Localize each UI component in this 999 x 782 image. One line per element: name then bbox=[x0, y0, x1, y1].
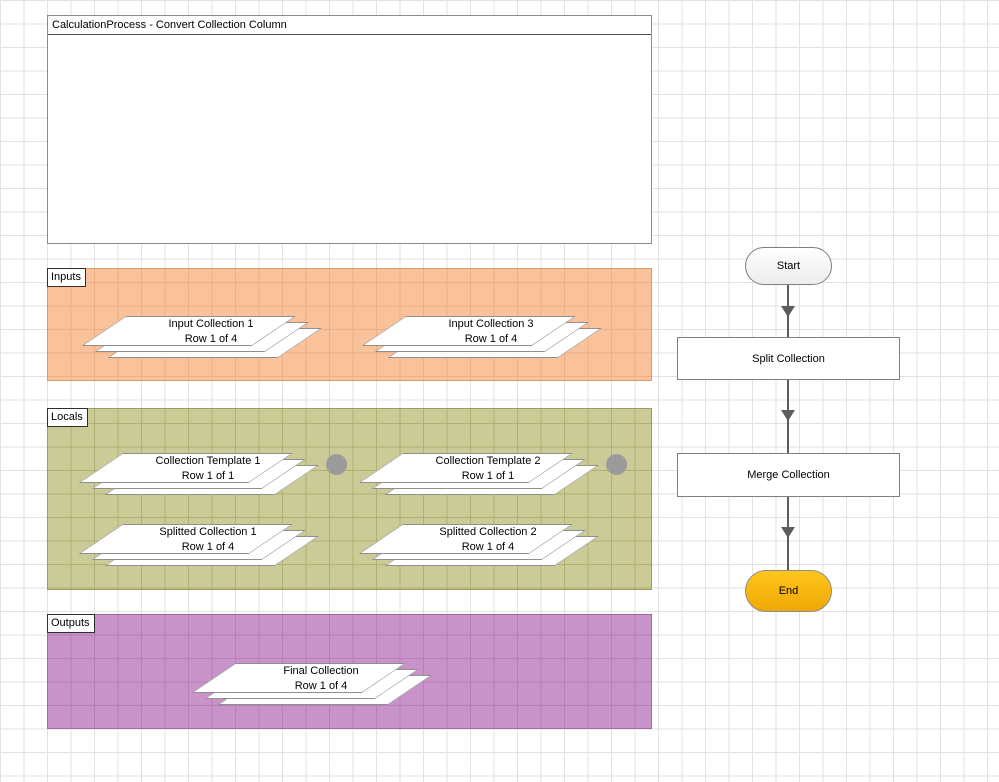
stage-title: Collection Template 2 bbox=[435, 455, 541, 467]
collection-stage-text: Input Collection 1 Row 1 of 4 bbox=[126, 315, 296, 349]
start-stage[interactable]: Start bbox=[745, 247, 832, 285]
arrowhead-down-icon bbox=[781, 410, 795, 421]
section-inputs-label: Inputs bbox=[47, 268, 86, 287]
stage-title: Input Collection 3 bbox=[448, 318, 534, 330]
section-outputs[interactable]: Outputs Final Collection Row 1 of 4 bbox=[47, 614, 652, 729]
section-outputs-label: Outputs bbox=[47, 614, 95, 633]
stage-row-counter: Row 1 of 4 bbox=[294, 680, 348, 692]
collection-stage-text: Splitted Collection 2 Row 1 of 4 bbox=[403, 523, 573, 557]
arrowhead-down-icon bbox=[781, 527, 795, 538]
stage-title: Collection Template 1 bbox=[155, 455, 261, 467]
process-stage-label: Merge Collection bbox=[747, 469, 830, 481]
collection-stage-collection-template-1[interactable]: Collection Template 1 Row 1 of 1 bbox=[78, 452, 333, 499]
stage-title: Input Collection 1 bbox=[168, 318, 254, 330]
stage-title: Final Collection bbox=[283, 665, 359, 677]
stage-row-counter: Row 1 of 1 bbox=[181, 470, 235, 482]
collection-stage-text: Splitted Collection 1 Row 1 of 4 bbox=[123, 523, 293, 557]
process-stage-merge-collection[interactable]: Merge Collection bbox=[677, 453, 900, 497]
collection-stage-text: Collection Template 1 Row 1 of 1 bbox=[123, 452, 293, 486]
collection-stage-text: Input Collection 3 Row 1 of 4 bbox=[406, 315, 576, 349]
section-locals[interactable]: Locals Collection Template 1 Row 1 of 1 … bbox=[47, 408, 652, 590]
start-stage-label: Start bbox=[776, 260, 801, 272]
gray-dot-indicator[interactable] bbox=[326, 454, 347, 475]
process-stage-label: Split Collection bbox=[752, 352, 825, 365]
gray-dot-indicator[interactable] bbox=[606, 454, 627, 475]
collection-stage-input-collection-1[interactable]: Input Collection 1 Row 1 of 4 bbox=[81, 315, 336, 362]
end-stage[interactable]: End bbox=[745, 570, 832, 612]
collection-stage-splitted-collection-1[interactable]: Splitted Collection 1 Row 1 of 4 bbox=[78, 523, 333, 570]
section-inputs[interactable]: Inputs Input Collection 1 Row 1 of 4 Inp… bbox=[47, 268, 652, 381]
stage-title: Splitted Collection 2 bbox=[439, 526, 537, 538]
collection-stage-splitted-collection-2[interactable]: Splitted Collection 2 Row 1 of 4 bbox=[358, 523, 613, 570]
process-description-body bbox=[48, 35, 651, 243]
stage-title: Splitted Collection 1 bbox=[159, 526, 257, 538]
collection-stage-collection-template-2[interactable]: Collection Template 2 Row 1 of 1 bbox=[358, 452, 613, 499]
collection-stage-text: Final Collection Row 1 of 4 bbox=[236, 662, 406, 696]
process-title: CalculationProcess - Convert Collection … bbox=[48, 16, 651, 35]
stage-row-counter: Row 1 of 4 bbox=[461, 541, 515, 553]
stage-row-counter: Row 1 of 1 bbox=[461, 470, 515, 482]
process-stage-split-collection[interactable]: Split Collection bbox=[677, 337, 900, 380]
collection-stage-final-collection[interactable]: Final Collection Row 1 of 4 bbox=[191, 662, 446, 709]
process-description-box[interactable]: CalculationProcess - Convert Collection … bbox=[47, 15, 652, 244]
process-canvas: CalculationProcess - Convert Collection … bbox=[0, 0, 999, 782]
stage-row-counter: Row 1 of 4 bbox=[464, 333, 518, 345]
stage-row-counter: Row 1 of 4 bbox=[181, 541, 235, 553]
section-locals-label: Locals bbox=[47, 408, 88, 427]
stage-row-counter: Row 1 of 4 bbox=[184, 333, 238, 345]
arrowhead-down-icon bbox=[781, 306, 795, 317]
collection-stage-text: Collection Template 2 Row 1 of 1 bbox=[403, 452, 573, 486]
collection-stage-input-collection-3[interactable]: Input Collection 3 Row 1 of 4 bbox=[361, 315, 616, 362]
end-stage-label: End bbox=[778, 585, 799, 597]
